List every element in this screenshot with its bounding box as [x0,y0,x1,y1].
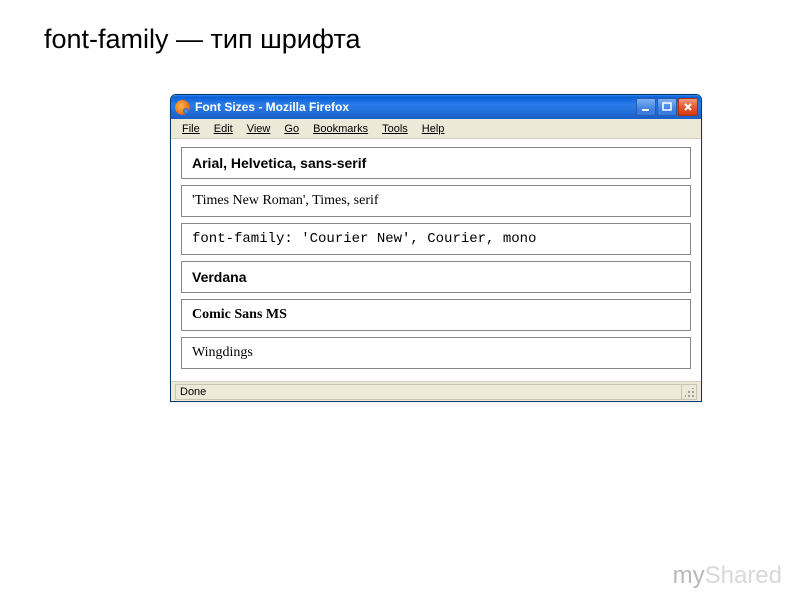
menu-file[interactable]: File [175,121,207,137]
menu-edit[interactable]: Edit [207,121,240,137]
font-sample-arial: Arial, Helvetica, sans-serif [181,147,691,179]
resize-grip-icon[interactable] [681,384,697,400]
window-titlebar: Font Sizes - Mozilla Firefox [171,95,701,119]
statusbar: Done [171,381,701,401]
maximize-button[interactable] [657,98,677,116]
menu-tools[interactable]: Tools [375,121,415,137]
status-text: Done [175,384,681,400]
close-button[interactable] [678,98,698,116]
minimize-button[interactable] [636,98,656,116]
page-content: Arial, Helvetica, sans-serif 'Times New … [171,139,701,381]
menu-bookmarks[interactable]: Bookmarks [306,121,375,137]
font-sample-wingdings: Wingdings [181,337,691,369]
font-sample-verdana: Verdana [181,261,691,293]
window-controls [636,98,698,116]
menu-go[interactable]: Go [277,121,306,137]
firefox-icon [175,100,190,115]
menu-view[interactable]: View [240,121,278,137]
browser-window: Font Sizes - Mozilla Firefox File Edit V… [170,94,702,402]
menu-help[interactable]: Help [415,121,452,137]
font-sample-times: 'Times New Roman', Times, serif [181,185,691,217]
menubar: File Edit View Go Bookmarks Tools Help [171,119,701,139]
font-sample-courier: font-family: 'Courier New', Courier, mon… [181,223,691,255]
font-sample-comic-sans: Comic Sans MS [181,299,691,331]
watermark: myShared [673,562,782,590]
window-title: Font Sizes - Mozilla Firefox [195,100,636,114]
slide-title: font-family — тип шрифта [44,24,361,55]
